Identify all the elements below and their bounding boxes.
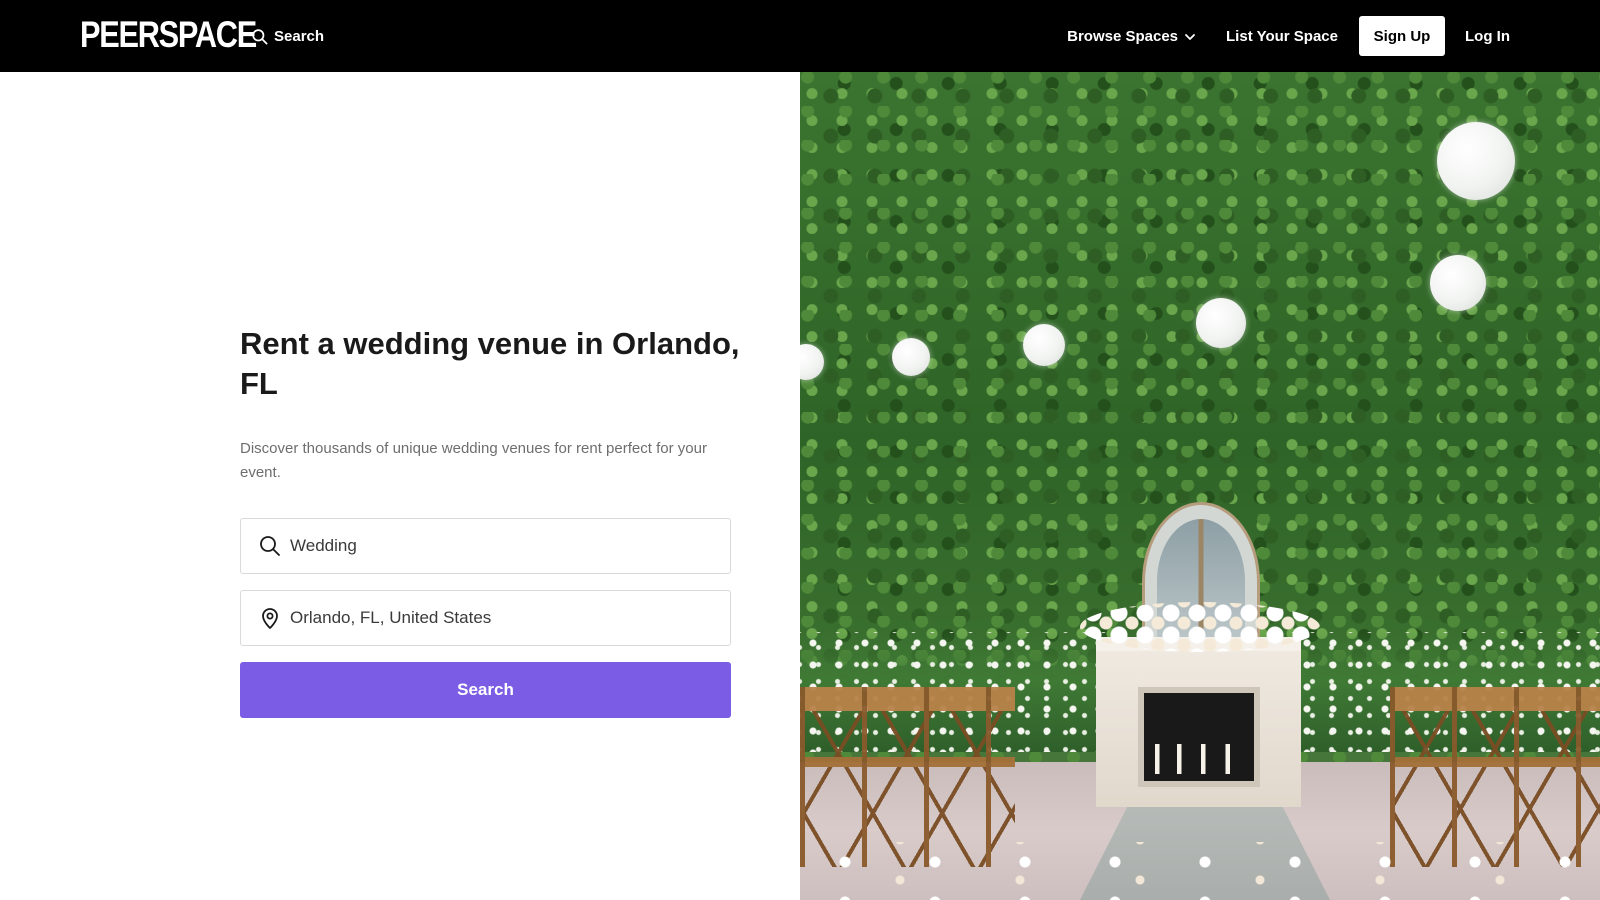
header-right-nav: Browse Spaces List Your Space Sign Up Lo… <box>1067 16 1510 56</box>
chevron-down-icon <box>1185 34 1195 40</box>
paper-lantern <box>1023 324 1065 366</box>
page-subtitle: Discover thousands of unique wedding ven… <box>240 440 707 481</box>
aisle-petals <box>800 842 1600 900</box>
peerspace-logo[interactable]: PEERSPACE <box>80 15 257 55</box>
wooden-chairs-left <box>800 687 1015 867</box>
map-pin-icon <box>262 608 278 629</box>
paper-lantern <box>1437 122 1515 200</box>
search-button[interactable]: Search <box>240 662 731 718</box>
paper-lantern <box>892 338 930 376</box>
location-field[interactable] <box>240 590 731 646</box>
browse-spaces-dropdown[interactable]: Browse Spaces <box>1067 28 1196 45</box>
top-navigation-bar: PEERSPACE Search Browse Spaces List Your… <box>0 0 1600 72</box>
activity-input[interactable] <box>290 526 710 566</box>
activity-field[interactable] <box>240 518 731 574</box>
search-icon <box>252 28 268 44</box>
paper-lantern <box>800 344 824 380</box>
mantel-florals <box>1080 602 1320 652</box>
header-search-label: Search <box>274 27 325 45</box>
list-your-space-link[interactable]: List Your Space <box>1226 28 1338 45</box>
page-title: Rent a wedding venue in Orlando, FL <box>240 326 740 401</box>
log-in-link[interactable]: Log In <box>1465 28 1510 45</box>
browse-spaces-label: Browse Spaces <box>1067 27 1179 45</box>
fireplace-candles <box>1144 744 1254 774</box>
location-input[interactable] <box>290 598 710 638</box>
search-icon <box>260 536 280 556</box>
sign-up-button[interactable]: Sign Up <box>1359 16 1445 56</box>
hero-search-panel: Rent a wedding venue in Orlando, FL Disc… <box>0 72 800 900</box>
wedding-venue-hero-image <box>800 72 1600 900</box>
header-search-link[interactable]: Search <box>250 24 324 48</box>
wooden-chairs-right <box>1390 687 1600 867</box>
paper-lantern <box>1196 298 1246 348</box>
paper-lantern <box>1430 255 1486 311</box>
